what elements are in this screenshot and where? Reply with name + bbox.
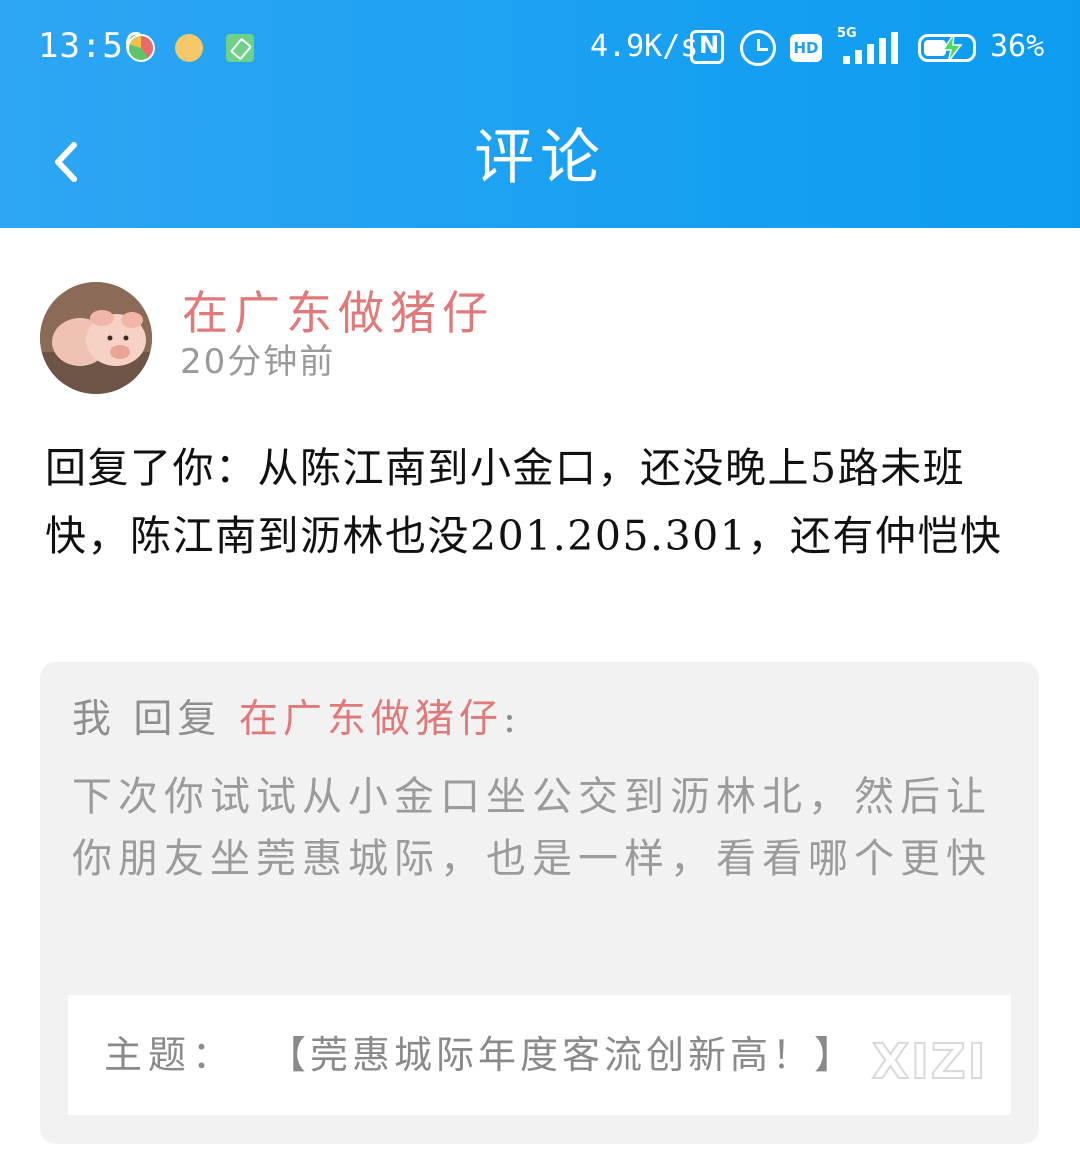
reply-colon: : (502, 697, 521, 742)
topic-label: 主题： (104, 1033, 237, 1077)
reply-target-user[interactable]: 在广东做猪仔 (239, 697, 503, 742)
app-notification-icon (127, 34, 155, 62)
page-title: 评论 (474, 123, 606, 193)
hd-icon: HD (790, 34, 822, 62)
battery-percent: 36% (990, 29, 1045, 64)
network-speed: 4.9K/s (590, 29, 699, 64)
app-notification-icon (175, 34, 203, 62)
comment-username[interactable]: 在广东做猪仔 (182, 285, 494, 341)
app-header: 13:56 4.9K/s HD 5G 36% 评论 (0, 0, 1080, 228)
reply-header: 我 回复 在广东做猪仔: (72, 692, 521, 748)
alarm-icon (740, 30, 776, 66)
comment-time: 20分钟前 (180, 342, 336, 382)
topic-link[interactable]: 主题： 【莞惠城际年度客流创新高！】 (68, 995, 1011, 1115)
reply-verb: 回复 (133, 697, 222, 742)
reply-text: 下次你试试从小金口坐公交到沥林北，然后让你朋友坐莞惠城际，也是一样，看看哪个更快 (72, 774, 992, 882)
tool-icon (226, 34, 254, 62)
status-bar: 13:56 4.9K/s HD 5G 36% (0, 0, 1080, 92)
topic-title: 【莞惠城际年度客流创新高！】 (268, 1033, 857, 1077)
reply-author: 我 (72, 697, 117, 742)
signal-icon: 5G (835, 26, 905, 66)
network-type-label: 5G (837, 26, 857, 41)
battery-charging-icon (918, 34, 976, 62)
avatar[interactable] (40, 282, 152, 394)
comment-text: 回复了你：从陈江南到小金口，还没晚上5路未班快，陈江南到沥林也没201.205.… (45, 444, 1003, 560)
nfc-icon (690, 30, 724, 64)
watermark-logo: XIZI (871, 1033, 988, 1091)
